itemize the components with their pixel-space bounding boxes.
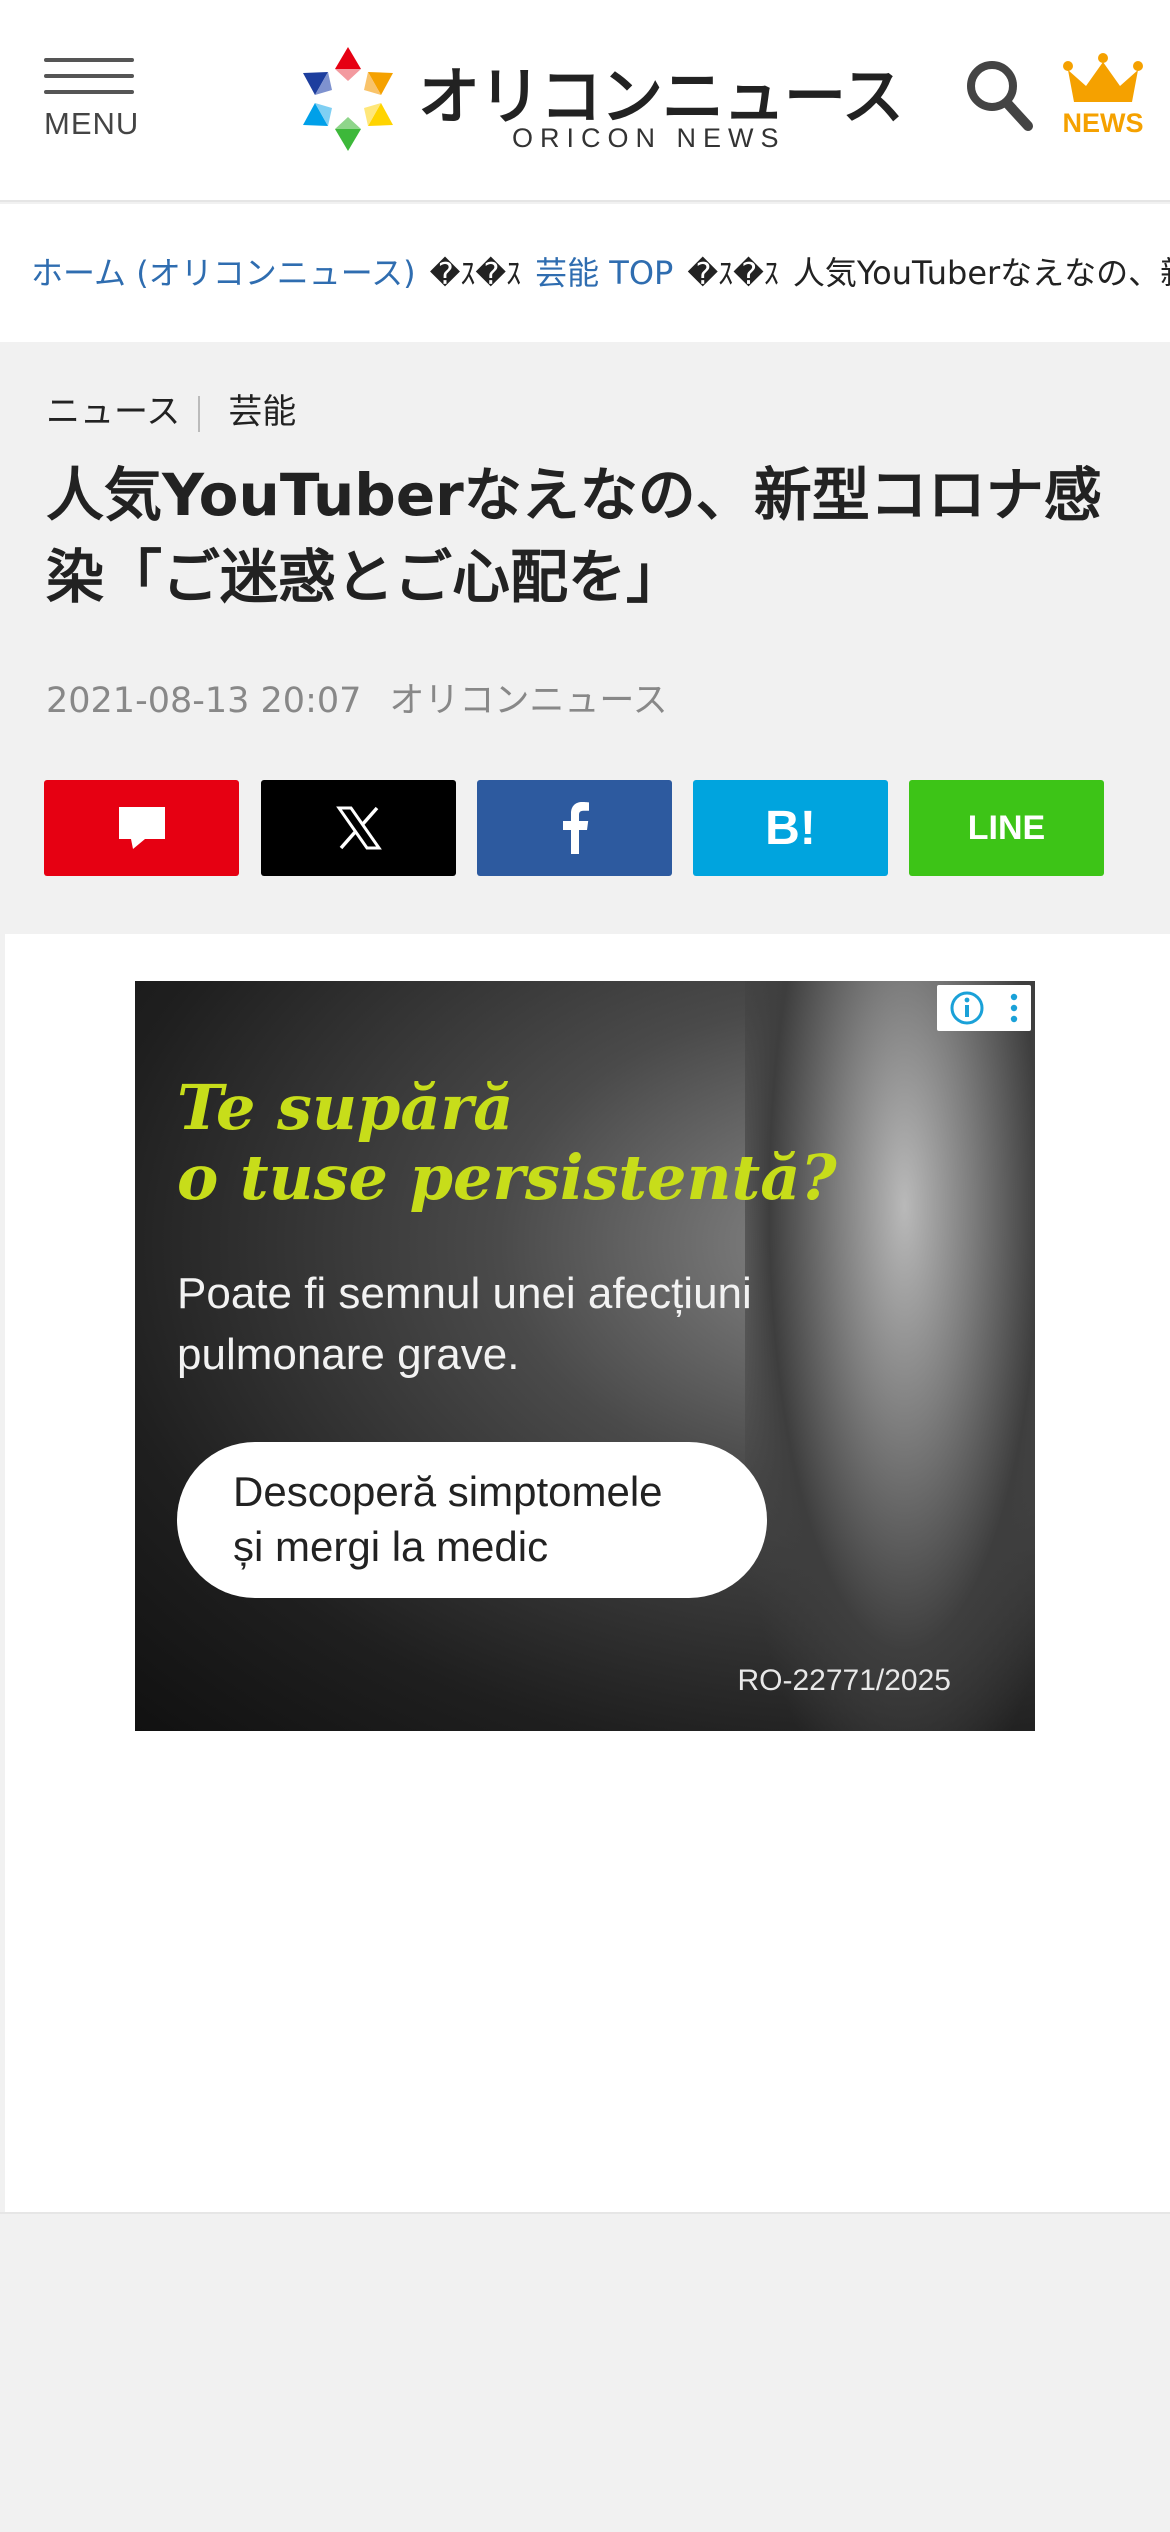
category-news-link[interactable]: ニュース	[46, 392, 180, 432]
ad-reference-code: RO-22771/2025	[737, 1664, 952, 1697]
crown-icon	[1063, 53, 1143, 102]
article-meta: 2021-08-13 20:07 オリコンニュース	[46, 672, 668, 723]
info-icon	[950, 991, 983, 1025]
article-date: 2021-08-13 20:07	[46, 681, 362, 721]
breadcrumb-current: 人気YouTuberなえなの、新型コロナ感染「ご迷惑とご心配を」	[792, 254, 1170, 292]
ad-cta-button[interactable]: Descoperă simptomele și mergi la medic	[177, 1442, 767, 1598]
ad-choices-badge[interactable]	[937, 985, 1031, 1031]
hamburger-icon	[44, 58, 134, 62]
hatena-icon: B!	[765, 801, 816, 855]
hamburger-icon-bar	[44, 74, 134, 78]
article-source: オリコンニュース	[389, 681, 668, 721]
oricon-news-logo[interactable]: オリコンニュース ORICON NEWS	[296, 40, 904, 160]
facebook-icon	[562, 802, 589, 854]
news-ranking-button[interactable]: NEWS	[1058, 52, 1148, 142]
category-entertainment-link[interactable]: 芸能	[228, 392, 296, 432]
menu-label: MENU	[44, 106, 140, 141]
breadcrumb-category-link[interactable]: 芸能 TOP	[535, 254, 673, 292]
line-share-button[interactable]: LINE	[909, 780, 1104, 876]
article-header: ニュース 芸能 人気YouTuberなえなの、新型コロナ感染「ご迷惑とご心配を」 …	[0, 342, 1170, 934]
ad-headline: Te supără o tuse persistentă?	[177, 1073, 837, 1213]
ad-cta-line1: Descoperă simptomele	[233, 1468, 663, 1515]
site-header: MENU オリコンニュース ORICON NEWS NEWS	[0, 0, 1170, 202]
article-title: 人気YouTuberなえなの、新型コロナ感染「ご迷惑とご心配を」	[46, 461, 1102, 611]
logo-text-en: ORICON NEWS	[512, 123, 786, 153]
page-bottom-area	[0, 2212, 1170, 2532]
ad-cta-line2: și mergi la medic	[233, 1523, 549, 1570]
news-label: NEWS	[1062, 108, 1144, 138]
breadcrumb-separator: �ｽ�ｽ	[429, 257, 522, 292]
breadcrumb-home-link[interactable]: ホーム (オリコンニュース)	[31, 254, 416, 292]
more-options-icon	[1010, 993, 1017, 1023]
comment-share-button[interactable]	[44, 780, 239, 876]
article-content: Te supără o tuse persistentă? Poate fi s…	[0, 934, 1170, 2212]
facebook-share-button[interactable]	[477, 780, 672, 876]
ad-headline-line1: Te supără	[177, 1071, 514, 1144]
breadcrumb-separator: �ｽ�ｽ	[687, 257, 779, 292]
category-divider	[198, 395, 201, 432]
ad-headline-line2: o tuse persistentă?	[177, 1141, 837, 1214]
menu-button[interactable]: MENU	[44, 56, 140, 146]
content-edge	[0, 934, 5, 2212]
x-share-button[interactable]	[261, 780, 456, 876]
search-icon	[967, 61, 1033, 131]
x-logo-icon	[335, 806, 382, 850]
oricon-logo-icon	[303, 47, 393, 151]
search-button[interactable]	[964, 58, 1036, 134]
hatena-bookmark-button[interactable]: B!	[693, 780, 888, 876]
breadcrumb: ホーム (オリコンニュース) �ｽ�ｽ 芸能 TOP �ｽ�ｽ 人気YouTuberなえ…	[0, 204, 1170, 342]
ad-body-text: Poate fi semnul unei afecțiuni pulmonare…	[177, 1269, 752, 1379]
article-categories: ニュース 芸能	[46, 384, 296, 433]
hamburger-icon-bar	[44, 90, 134, 94]
advertisement-banner[interactable]: Te supără o tuse persistentă? Poate fi s…	[135, 981, 1035, 1731]
line-label: LINE	[967, 808, 1046, 847]
comment-icon	[118, 807, 165, 849]
